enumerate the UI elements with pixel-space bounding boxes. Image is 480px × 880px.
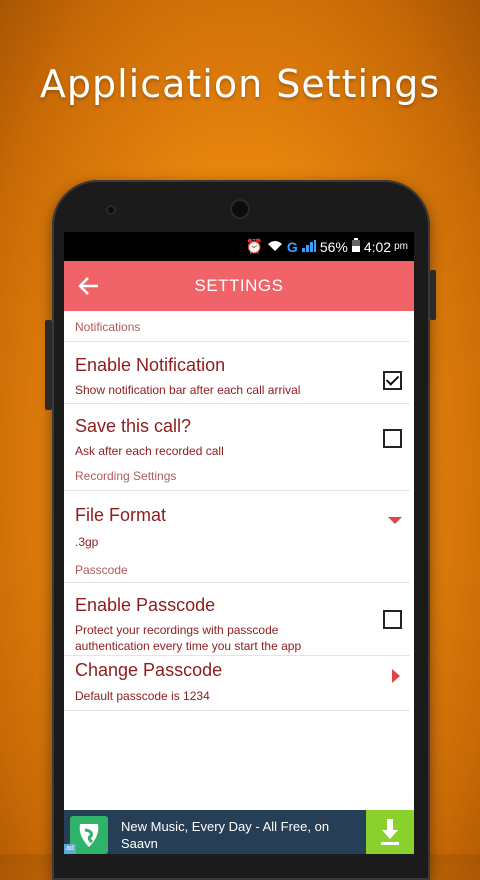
setting-enable-passcode[interactable]: Enable Passcode Protect your recordings …: [64, 583, 414, 655]
ad-banner[interactable]: New Music, Every Day - All Free, on Saav…: [64, 810, 414, 854]
section-header-notifications: Notifications: [64, 311, 410, 342]
phone-camera: [232, 201, 248, 217]
setting-change-passcode[interactable]: Change Passcode Default passcode is 1234: [64, 656, 414, 710]
setting-title: Save this call?: [75, 416, 192, 436]
network-type: G: [286, 238, 298, 255]
setting-title: Enable Notification: [75, 355, 226, 375]
phone-side-button-right: [430, 270, 436, 320]
promo-title: Application Settings: [39, 62, 441, 106]
clock-ampm: pm: [394, 241, 408, 252]
setting-save-call[interactable]: Save this call? Ask after each recorded …: [64, 404, 414, 464]
status-bar: ⏰ G 56% 4:02 pm: [64, 232, 414, 261]
alarm-icon: ⏰: [245, 238, 263, 254]
phone-screen: ⏰ G 56% 4:02 pm SETTINGS Notifications E…: [64, 232, 414, 854]
battery-level: 56%: [319, 238, 348, 255]
setting-summary: Ask after each recorded call: [75, 444, 224, 458]
ad-line1: New Music, Every Day - All Free, on: [121, 819, 330, 834]
setting-value: .3gp: [75, 535, 99, 549]
wifi-icon: [267, 239, 283, 255]
section-header-passcode: Passcode: [64, 553, 410, 583]
page-title: SETTINGS: [194, 276, 284, 295]
download-button[interactable]: [366, 810, 414, 854]
ad-line2: Saavn: [121, 836, 158, 851]
clock-time: 4:02: [363, 238, 392, 255]
setting-title: Enable Passcode: [75, 595, 216, 615]
battery-icon: [351, 238, 360, 255]
chevron-right-icon[interactable]: [392, 669, 400, 683]
setting-title: Change Passcode: [75, 660, 223, 680]
setting-summary: Show notification bar after each call ar…: [75, 383, 301, 397]
section-header-recording: Recording Settings: [64, 464, 410, 491]
setting-summary-line2: authentication every time you start the …: [75, 639, 302, 653]
ad-text[interactable]: New Music, Every Day - All Free, on Saav…: [121, 818, 351, 852]
ad-badge[interactable]: ad: [64, 844, 76, 854]
divider: [64, 710, 410, 711]
signal-icon: [301, 239, 316, 255]
setting-file-format[interactable]: File Format .3gp: [64, 491, 414, 553]
app-bar: SETTINGS: [64, 261, 414, 311]
dropdown-icon[interactable]: [388, 517, 402, 524]
enable-passcode-checkbox[interactable]: [383, 610, 402, 629]
phone-sensor: [108, 207, 114, 213]
save-call-checkbox[interactable]: [383, 429, 402, 448]
setting-title: File Format: [75, 505, 167, 525]
setting-enable-notification[interactable]: Enable Notification Show notification ba…: [64, 342, 414, 403]
enable-notification-checkbox[interactable]: [383, 371, 402, 390]
download-icon: [381, 819, 399, 845]
setting-summary-line1: Protect your recordings with passcode: [75, 623, 279, 637]
setting-summary: Default passcode is 1234: [75, 689, 210, 703]
phone-side-button-left: [45, 320, 52, 410]
settings-list: Notifications Enable Notification Show n…: [64, 311, 414, 711]
